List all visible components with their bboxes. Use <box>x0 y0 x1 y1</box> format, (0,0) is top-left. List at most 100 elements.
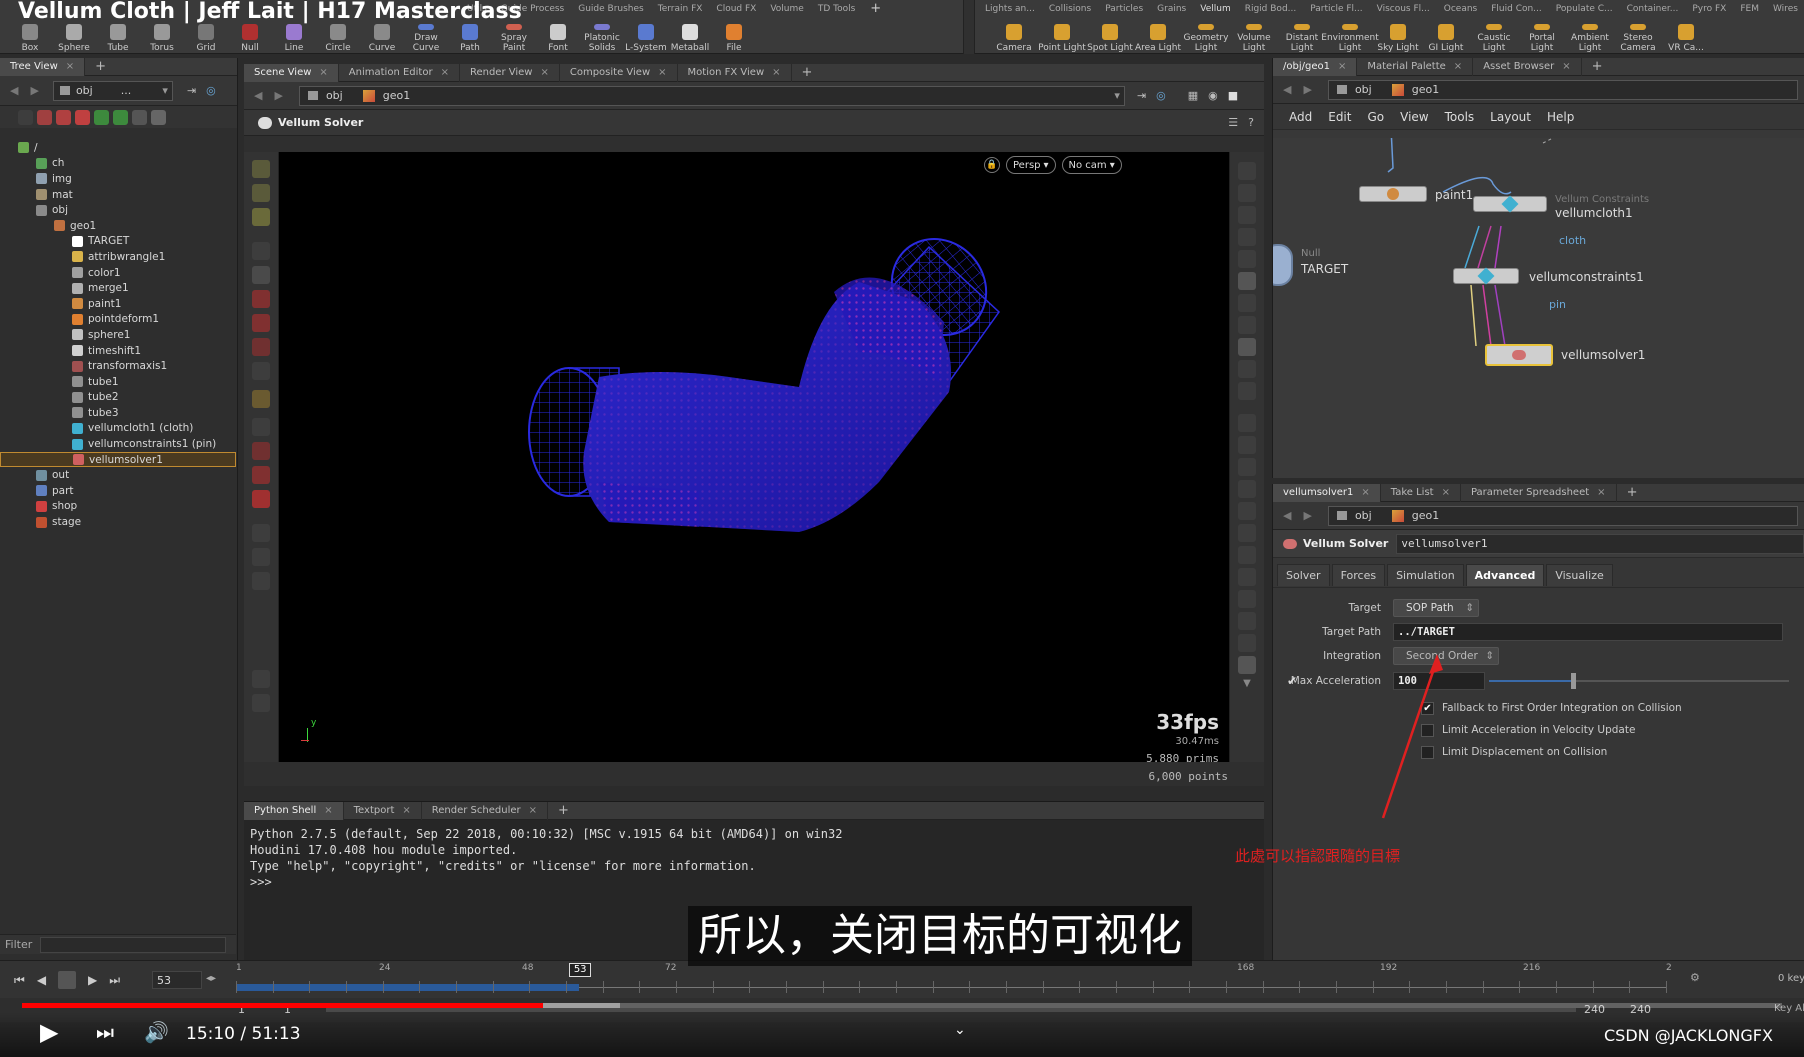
play-button-icon[interactable]: ▶ <box>40 1018 58 1046</box>
param-subtab[interactable]: Advanced <box>1465 563 1545 586</box>
menu-item[interactable]: Help <box>1547 110 1574 124</box>
link-icon[interactable]: ◎ <box>1156 89 1166 102</box>
checkbox-row[interactable]: ✔ Fallback to First Order Integration on … <box>1421 697 1682 719</box>
back-arrow-icon[interactable]: ◀ <box>1283 83 1291 96</box>
tab[interactable]: Textport × <box>344 801 422 820</box>
shelf-tool[interactable]: VR Ca... <box>1662 21 1710 53</box>
tab[interactable]: Material Palette × <box>1357 57 1474 76</box>
object-mode-icon[interactable] <box>252 184 270 202</box>
image-icon[interactable] <box>1238 656 1256 674</box>
snap-icon[interactable] <box>252 524 270 542</box>
tab-tree-view[interactable]: Tree View × <box>0 57 86 76</box>
node-vellumsolver1[interactable] <box>1485 344 1553 366</box>
filter-icon[interactable] <box>18 109 33 125</box>
back-arrow-icon[interactable]: ◀ <box>254 89 262 102</box>
tab[interactable]: Asset Browser × <box>1473 57 1582 76</box>
tree-item[interactable]: vellumconstraints1 (pin) <box>0 436 236 452</box>
tree-item[interactable]: transformaxis1 <box>0 358 236 374</box>
arrow-select-icon[interactable] <box>252 242 270 260</box>
tab[interactable]: Parameter Spreadsheet × <box>1461 483 1617 502</box>
back-arrow-icon[interactable]: ◀ <box>1283 509 1291 522</box>
tree-item[interactable]: mat <box>0 187 236 203</box>
handle-tool-icon[interactable] <box>252 390 270 408</box>
tree-item[interactable]: / <box>0 140 236 156</box>
add-tab-icon[interactable]: + <box>548 802 579 820</box>
filter-input[interactable] <box>40 936 227 953</box>
shelf-tool[interactable]: Torus <box>140 21 184 53</box>
brush-tool-icon[interactable] <box>252 442 270 460</box>
shelf-tool[interactable]: File <box>712 21 756 53</box>
help-icon[interactable]: ? <box>1248 116 1254 129</box>
shelf-tab[interactable]: Vellum <box>1193 0 1237 18</box>
render-icon[interactable] <box>75 109 90 125</box>
pointer-icon[interactable] <box>1238 590 1256 608</box>
geometry-mode-icon[interactable] <box>252 208 270 226</box>
tree-item[interactable]: paint1 <box>0 296 236 312</box>
snap-display-icon[interactable] <box>1238 382 1256 400</box>
tree-item[interactable]: sphere1 <box>0 327 236 343</box>
shelf-tool[interactable]: GI Light <box>1422 21 1470 53</box>
link-icon[interactable]: ◎ <box>206 84 216 97</box>
shelf-tool[interactable]: Environment Light <box>1321 21 1379 53</box>
forward-arrow-icon[interactable]: ▶ <box>30 84 38 97</box>
maximize-icon[interactable]: ■ <box>1228 89 1238 102</box>
bypass-icon[interactable] <box>132 109 147 125</box>
param-subtab[interactable]: Visualize <box>1546 563 1613 586</box>
shelf-tab[interactable]: Fluid Con... <box>1484 0 1549 18</box>
node-paint1[interactable] <box>1359 186 1427 202</box>
player-progress[interactable] <box>22 1003 1782 1008</box>
close-icon[interactable]: × <box>402 805 410 816</box>
add-tab-icon[interactable]: + <box>1582 58 1613 76</box>
camera-view-icon[interactable] <box>1238 524 1256 542</box>
shading-icon[interactable] <box>1238 272 1256 290</box>
chevron-down-icon[interactable]: ⌄ <box>954 1022 966 1038</box>
grid-icon[interactable] <box>1238 568 1256 586</box>
tree-item[interactable]: part <box>0 483 236 499</box>
tab[interactable]: Animation Editor × <box>339 63 460 82</box>
tree-item[interactable]: merge1 <box>0 280 236 296</box>
param-path-field[interactable]: obj geo1 <box>1327 505 1798 526</box>
scale-tool-icon[interactable] <box>252 338 270 356</box>
tab[interactable]: Scene View × <box>244 63 339 82</box>
move-tool-icon[interactable] <box>252 290 270 308</box>
tree-item[interactable]: pointdeform1 <box>0 312 236 328</box>
tree-item[interactable]: TARGET <box>0 234 236 250</box>
light-tool-icon[interactable] <box>252 572 270 590</box>
max-acc-slider[interactable] <box>1489 672 1789 690</box>
abc-icon[interactable] <box>1238 634 1256 652</box>
shelf-tab[interactable]: Oceans <box>1437 0 1484 18</box>
close-icon[interactable]: × <box>540 67 548 78</box>
shelf-tool[interactable]: Camera <box>990 21 1038 53</box>
magnet-tool-icon[interactable] <box>252 466 270 484</box>
lock-tool-icon[interactable] <box>252 266 270 284</box>
next-button-icon[interactable]: ⏭ <box>96 1020 114 1044</box>
bulb-icon[interactable] <box>1238 316 1256 334</box>
shelf-tab[interactable]: Particles <box>1098 0 1150 18</box>
close-icon[interactable]: × <box>319 67 327 78</box>
lock-icon[interactable]: 🔒 <box>984 157 1000 173</box>
param-subtab[interactable]: Simulation <box>1387 563 1464 586</box>
viewport-path-field[interactable]: obj geo1 ▾ <box>298 85 1125 106</box>
node-name-field[interactable]: vellumsolver1 <box>1396 533 1804 554</box>
add-tab-icon[interactable]: + <box>85 58 116 76</box>
tab[interactable]: Render Scheduler × <box>422 801 548 820</box>
magnet-icon[interactable] <box>252 490 270 508</box>
shelf-tool[interactable]: Caustic Light <box>1470 21 1518 53</box>
close-icon[interactable]: × <box>529 805 537 816</box>
tab[interactable]: /obj/geo1 × <box>1273 57 1358 76</box>
python-output[interactable]: Python 2.7.5 (default, Sep 22 2018, 00:1… <box>244 820 1264 896</box>
slider-handle[interactable] <box>1571 673 1576 689</box>
shelf-tool[interactable]: Tube <box>96 21 140 53</box>
tab[interactable]: Python Shell × <box>244 801 344 820</box>
shelf-tab[interactable]: Viscous Fl... <box>1370 0 1437 18</box>
shelf-tool[interactable]: Circle <box>316 21 360 53</box>
tree-item[interactable]: shop <box>0 499 236 515</box>
close-icon[interactable]: × <box>1361 487 1369 498</box>
flag-icon[interactable] <box>37 109 52 125</box>
shelf-tab[interactable]: Populate C... <box>1549 0 1620 18</box>
shelf-tool[interactable]: Null <box>228 21 272 53</box>
menu-item[interactable]: Edit <box>1328 110 1351 124</box>
forward-arrow-icon[interactable]: ▶ <box>274 89 282 102</box>
tab[interactable]: Motion FX View × <box>678 63 792 82</box>
forward-arrow-icon[interactable]: ▶ <box>1303 509 1311 522</box>
